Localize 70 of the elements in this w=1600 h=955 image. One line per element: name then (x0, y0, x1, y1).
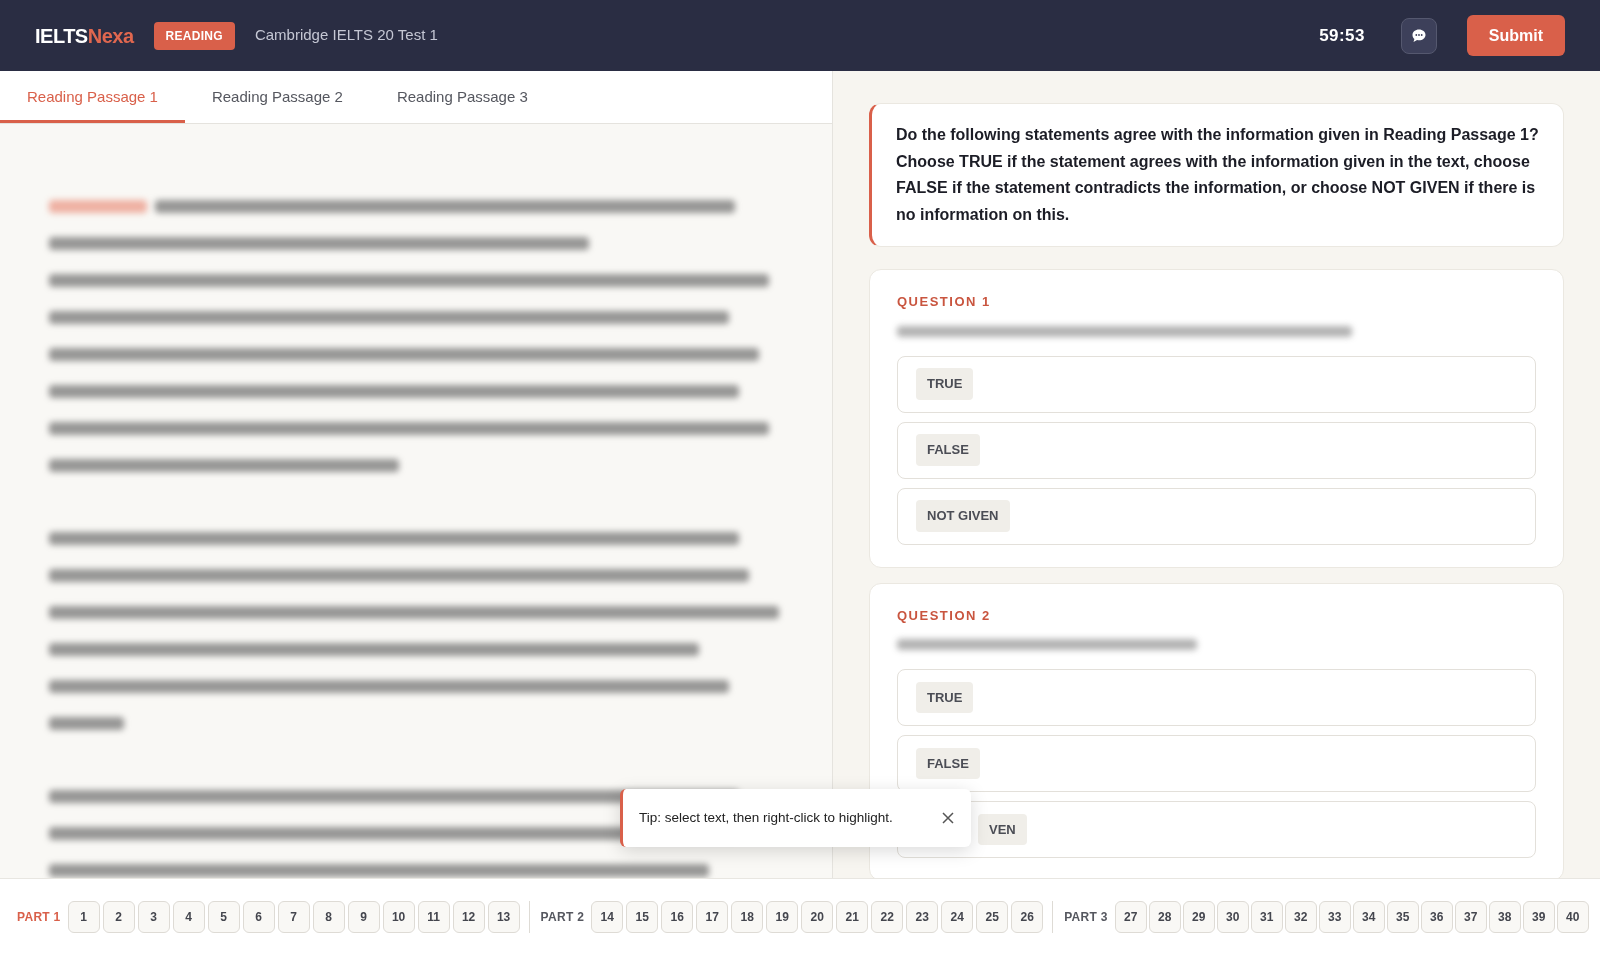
option-chip[interactable]: VEN (978, 813, 1027, 846)
part-label[interactable]: PART 1 (17, 908, 61, 926)
option-chip[interactable]: NOT GIVEN (916, 500, 1010, 532)
question-number-button[interactable]: 31 (1250, 901, 1283, 933)
question-number-button[interactable]: 26 (1011, 901, 1044, 933)
question-number-button[interactable]: 33 (1318, 901, 1351, 933)
answer-option-row[interactable]: VEN (897, 801, 1536, 858)
question-number-button[interactable]: 25 (976, 901, 1009, 933)
question-number-button[interactable]: 32 (1284, 901, 1317, 933)
question-number-button[interactable]: 10 (382, 901, 415, 933)
question-number-button[interactable]: 5 (207, 901, 240, 933)
timer: 59:53 (1319, 24, 1365, 47)
question-number-button[interactable]: 6 (242, 901, 275, 933)
question-number-button[interactable]: 8 (312, 901, 345, 933)
question-number-button[interactable]: 7 (277, 901, 310, 933)
question-number-button[interactable]: 23 (906, 901, 939, 933)
question-number-button[interactable]: 17 (696, 901, 729, 933)
tip-text: Tip: select text, then right-click to highlight. (639, 808, 893, 827)
question-number-button[interactable]: 13 (487, 901, 520, 933)
question-number-button[interactable]: 19 (766, 901, 799, 933)
passage-tab[interactable]: Reading Passage 2 (184, 71, 370, 123)
option-chip[interactable]: TRUE (916, 368, 974, 400)
question-number-button[interactable]: 1 (67, 901, 100, 933)
question-number-button[interactable]: 27 (1114, 901, 1147, 933)
question-number-button[interactable]: 37 (1454, 901, 1487, 933)
instructions-text: Do the following statements agree with the information given in Reading Passage 1? Choose TRUE if the statement agrees with the information given in the text, choose FALSE if the statement contradicts the information, or choose NOT GIVEN if there is no information on this. (896, 125, 1539, 225)
question-number-button[interactable]: 14 (591, 901, 624, 933)
answer-option-row[interactable]: NOT GIVEN (897, 487, 1536, 545)
chat-icon (1410, 27, 1427, 44)
question-number-button[interactable]: 16 (661, 901, 694, 933)
close-icon[interactable] (941, 811, 955, 825)
question-number-button[interactable]: 21 (836, 901, 869, 933)
part-label[interactable]: PART 2 (540, 908, 585, 926)
question-number-button[interactable]: 2 (102, 901, 135, 933)
passage-tab[interactable]: Reading Passage 3 (369, 71, 555, 123)
answer-option-row[interactable]: TRUE (897, 669, 1536, 726)
question-number-button[interactable]: 15 (626, 901, 659, 933)
question-number-button[interactable]: 12 (452, 901, 485, 933)
option-chip[interactable]: FALSE (916, 434, 980, 466)
question-label: QUESTION 1 (897, 293, 992, 311)
question-number-button[interactable]: 29 (1182, 901, 1215, 933)
question-number-button[interactable]: 35 (1386, 901, 1419, 933)
test-title: Cambridge IELTS 20 Test 1 (254, 25, 438, 46)
question-number-button[interactable]: 4 (172, 901, 205, 933)
part-label[interactable]: PART 3 (1064, 908, 1108, 926)
question-number-button[interactable]: 11 (417, 901, 450, 933)
question-label: QUESTION 2 (897, 606, 992, 625)
answer-option-row[interactable]: FALSE (897, 735, 1536, 792)
option-chip[interactable]: FALSE (916, 747, 980, 780)
question-number-button[interactable]: 40 (1556, 901, 1589, 933)
answer-option-row[interactable]: FALSE (897, 421, 1536, 479)
answer-option-row[interactable]: TRUE (897, 355, 1536, 413)
question-number-button[interactable]: 39 (1522, 901, 1555, 933)
question-number-button[interactable]: 34 (1352, 901, 1385, 933)
question-number-button[interactable]: 38 (1488, 901, 1521, 933)
passage-tab[interactable]: Reading Passage 1 (0, 71, 185, 123)
chat-button[interactable] (1400, 17, 1437, 54)
section-badge: READING (153, 21, 235, 50)
question-number-button[interactable]: 18 (731, 901, 764, 933)
logo: IELTSNexa (35, 23, 134, 49)
question-number-button[interactable]: 28 (1148, 901, 1181, 933)
option-chip[interactable]: TRUE (916, 681, 974, 714)
question-number-button[interactable]: 22 (871, 901, 904, 933)
question-number-button[interactable]: 9 (347, 901, 380, 933)
question-number-button[interactable]: 3 (137, 901, 170, 933)
question-number-button[interactable]: 24 (941, 901, 974, 933)
question-number-button[interactable]: 20 (801, 901, 834, 933)
question-number-button[interactable]: 36 (1420, 901, 1453, 933)
question-number-button[interactable]: 30 (1216, 901, 1249, 933)
submit-button[interactable]: Submit (1466, 15, 1565, 56)
